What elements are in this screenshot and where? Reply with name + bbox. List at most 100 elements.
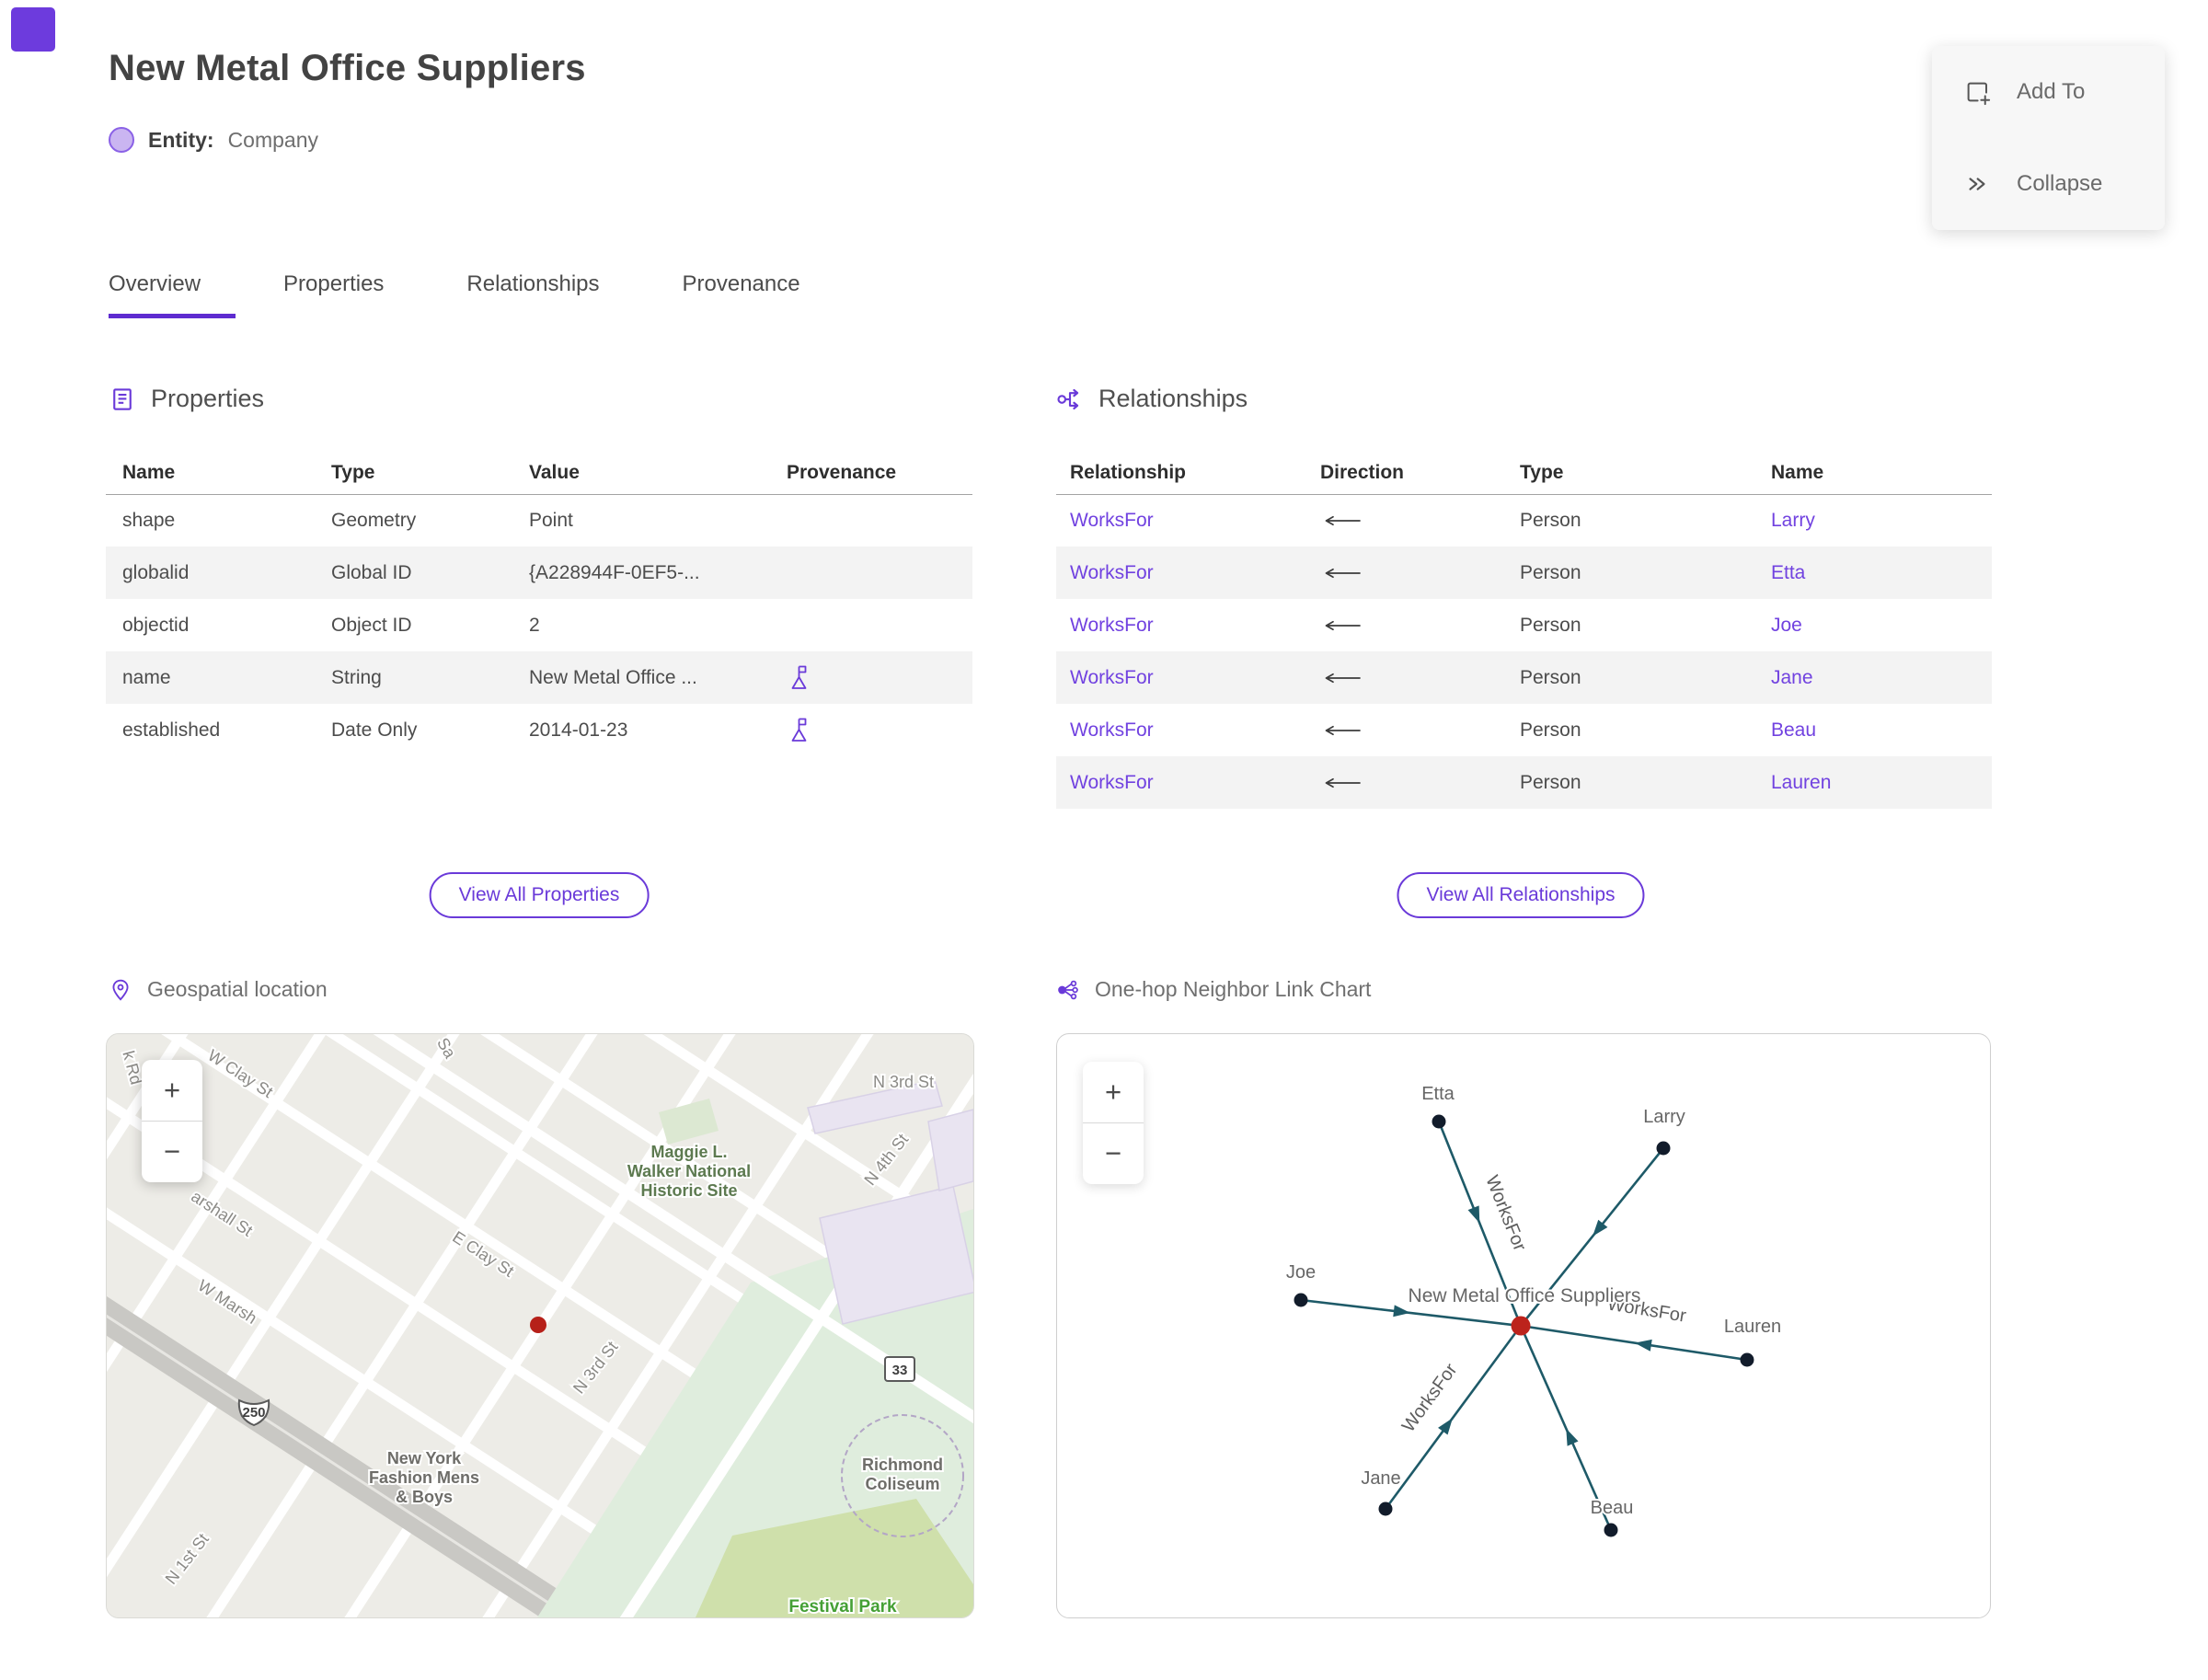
- direction-cell: [1306, 514, 1506, 527]
- property-value: 2014-01-23: [529, 719, 628, 741]
- relationships-icon: [1056, 385, 1084, 413]
- tab-overview[interactable]: Overview: [109, 260, 236, 318]
- entity-link[interactable]: Lauren: [1771, 772, 1831, 794]
- property-value: 2: [529, 614, 540, 636]
- provenance-flag-icon[interactable]: [787, 717, 810, 743]
- property-type: String: [331, 666, 382, 688]
- direction-arrow-left-icon: [1325, 620, 1361, 630]
- type-cell: Person: [1520, 771, 1581, 793]
- chart-node-label: Beau: [1591, 1498, 1634, 1518]
- chart-zoom-out-button[interactable]: −: [1083, 1122, 1144, 1184]
- property-type: Object ID: [331, 614, 412, 636]
- view-all-relationships-button[interactable]: View All Relationships: [1397, 872, 1645, 918]
- chart-edge-arrow: [1467, 1205, 1480, 1224]
- relationship-row: WorksFor Person Joe: [1056, 599, 1992, 651]
- add-to-label: Add To: [2017, 79, 2086, 104]
- chart-zoom-control: + −: [1083, 1062, 1144, 1184]
- entity-link[interactable]: Larry: [1771, 510, 1815, 532]
- link-chart-canvas[interactable]: WorksFor WorksFor WorksFor New Metal Office…: [1056, 1033, 1991, 1618]
- map-zoom-in-button[interactable]: +: [142, 1060, 202, 1121]
- property-name: globalid: [122, 561, 190, 583]
- map-marker[interactable]: [530, 1317, 546, 1333]
- link-chart: WorksForWorksForWorksForNew Metal Office…: [1284, 1082, 1783, 1537]
- chart-edge-label: WorksFor: [1481, 1173, 1530, 1255]
- chart-edge-arrow: [1393, 1305, 1410, 1318]
- svg-text:33: 33: [892, 1363, 908, 1378]
- map-label: Richmond Coliseum: [862, 1456, 943, 1493]
- svg-text:250: 250: [242, 1405, 265, 1421]
- type-cell: Person: [1520, 666, 1581, 688]
- map-label: N 3rd St: [873, 1073, 934, 1091]
- direction-cell: [1306, 619, 1506, 632]
- tab-relationships[interactable]: Relationships: [466, 260, 634, 318]
- entity-label: Entity:: [148, 127, 214, 152]
- property-provenance[interactable]: [770, 664, 972, 691]
- chart-node-joe[interactable]: [1294, 1293, 1308, 1307]
- col-rel-type: Type: [1520, 461, 1564, 483]
- chart-center-label: New Metal Office Suppliers: [1409, 1285, 1641, 1306]
- col-value: Value: [529, 461, 580, 483]
- collapse-label: Collapse: [2017, 171, 2103, 196]
- col-relationship: Relationship: [1070, 461, 1187, 483]
- col-direction: Direction: [1320, 461, 1405, 483]
- type-cell: Person: [1520, 561, 1581, 583]
- map-canvas[interactable]: k Rd W Clay St Sa arshall St W Marsh E Clay S…: [106, 1033, 974, 1618]
- add-to-button[interactable]: Add To: [1932, 46, 2165, 138]
- chart-node-beau[interactable]: [1604, 1523, 1618, 1537]
- chart-node-larry[interactable]: [1656, 1141, 1671, 1156]
- property-name: shape: [122, 509, 176, 531]
- chart-center-node[interactable]: [1511, 1316, 1531, 1336]
- map-zoom-out-button[interactable]: −: [142, 1121, 202, 1182]
- map-label: Festival Park: [788, 1597, 897, 1617]
- page-title: New Metal Office Suppliers: [109, 48, 586, 88]
- relationship-link[interactable]: WorksFor: [1070, 562, 1154, 584]
- relationship-link[interactable]: WorksFor: [1070, 772, 1154, 794]
- col-provenance: Provenance: [787, 461, 897, 483]
- collapse-button[interactable]: Collapse: [1932, 138, 2165, 230]
- provenance-flag-icon[interactable]: [787, 664, 810, 691]
- property-name: established: [122, 719, 221, 741]
- property-name: name: [122, 666, 171, 688]
- basemap: k Rd W Clay St Saarshall StW MarshE Clay S…: [107, 1034, 973, 1617]
- tab-provenance[interactable]: Provenance: [683, 260, 835, 318]
- relationship-link[interactable]: WorksFor: [1070, 719, 1154, 742]
- view-all-properties-button[interactable]: View All Properties: [429, 872, 650, 918]
- direction-arrow-left-icon: [1325, 673, 1361, 683]
- actions-menu: Add To Collapse: [1932, 46, 2165, 230]
- link-chart-icon: [1056, 978, 1080, 1002]
- property-provenance[interactable]: [770, 717, 972, 743]
- chart-node-label: Joe: [1286, 1262, 1316, 1283]
- entity-link[interactable]: Jane: [1771, 667, 1813, 689]
- chart-node-etta[interactable]: [1432, 1114, 1446, 1129]
- direction-cell: [1306, 777, 1506, 789]
- relationship-link[interactable]: WorksFor: [1070, 615, 1154, 637]
- chart-zoom-in-button[interactable]: +: [1083, 1062, 1144, 1122]
- relationship-row: WorksFor Person Beau: [1056, 704, 1992, 756]
- property-row: shape Geometry Point: [106, 494, 972, 547]
- geospatial-section-header: Geospatial location: [109, 977, 328, 1002]
- chart-node-jane[interactable]: [1378, 1502, 1393, 1516]
- entity-link[interactable]: Beau: [1771, 719, 1816, 742]
- link-chart-section-title: One-hop Neighbor Link Chart: [1095, 977, 1372, 1001]
- link-chart-section-header: One-hop Neighbor Link Chart: [1056, 977, 1371, 1002]
- chart-node-lauren[interactable]: [1740, 1352, 1754, 1367]
- entity-link[interactable]: Joe: [1771, 615, 1802, 637]
- entity-type-icon: [109, 127, 134, 153]
- properties-table-body: shape Geometry Point globalid Global ID {A228…: [106, 494, 972, 756]
- relationship-row: WorksFor Person Etta: [1056, 547, 1992, 599]
- chart-node-label: Jane: [1361, 1468, 1400, 1489]
- direction-cell: [1306, 567, 1506, 580]
- relationship-link[interactable]: WorksFor: [1070, 510, 1154, 532]
- entity-link[interactable]: Etta: [1771, 562, 1805, 584]
- tabs: Overview Properties Relationships Provenanc…: [109, 260, 883, 318]
- entity-badge: Entity: Company: [109, 127, 318, 153]
- relationship-link[interactable]: WorksFor: [1070, 667, 1154, 689]
- app-logo[interactable]: [11, 7, 55, 52]
- col-rel-name: Name: [1771, 461, 1824, 483]
- tab-properties[interactable]: Properties: [283, 260, 419, 318]
- properties-section-header: Properties: [109, 385, 264, 413]
- relationships-section-header: Relationships: [1056, 385, 1248, 413]
- property-type: Date Only: [331, 719, 418, 741]
- chart-edge: [1520, 1324, 1748, 1362]
- direction-cell: [1306, 672, 1506, 685]
